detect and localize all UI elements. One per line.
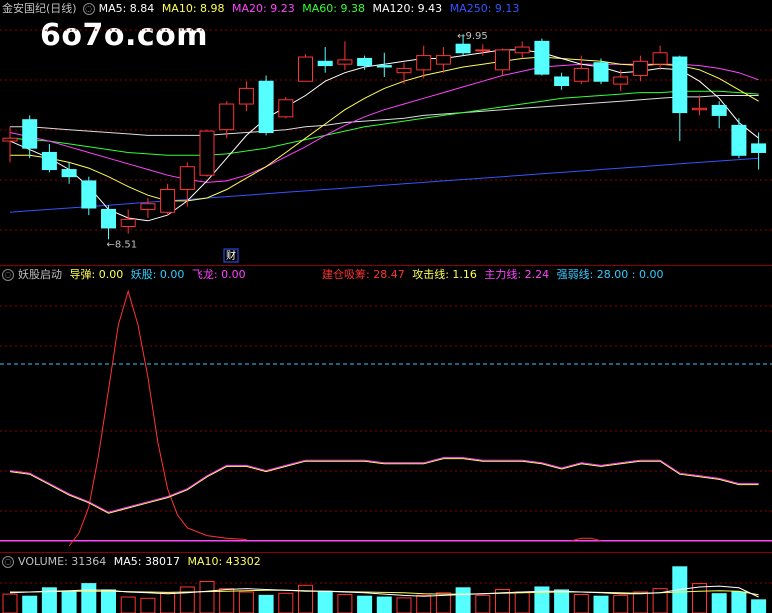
candle-body (731, 124, 747, 156)
candle-body (593, 62, 609, 82)
volume-bar (475, 594, 491, 613)
volume-bar (573, 594, 589, 613)
volume-bar (199, 581, 215, 613)
candle-body (613, 76, 629, 85)
volume-bar (396, 597, 412, 613)
volume-bar (120, 596, 136, 613)
volume-bar (179, 586, 195, 613)
candle-body (632, 60, 648, 77)
ma10-line (10, 56, 759, 202)
candle-body (41, 151, 57, 171)
volume-bar (751, 599, 767, 613)
volume-bar (61, 590, 77, 613)
candle-body (455, 43, 471, 54)
volume-bar (554, 589, 570, 613)
volume-bar (337, 594, 353, 613)
candle-body (652, 52, 668, 65)
candle-body (120, 218, 136, 228)
candle-body (416, 55, 432, 71)
volume-bar (357, 595, 373, 613)
candle-body (435, 55, 451, 65)
volume-bar (514, 591, 530, 613)
candle-body (81, 180, 97, 209)
volume-bar (711, 593, 727, 613)
candle-body (554, 76, 570, 87)
candle-body (672, 56, 688, 114)
volume-bar (101, 589, 116, 613)
ma60-line (9, 90, 759, 156)
accumulate-spike-line (68, 289, 247, 547)
candle-body (199, 130, 215, 176)
candle-body (357, 57, 373, 67)
volume-bar (22, 595, 38, 613)
candle-body (238, 87, 254, 105)
volume-bar (416, 594, 432, 613)
volume-bar (160, 592, 176, 613)
volume-bar (731, 591, 747, 613)
volume-bar (238, 591, 254, 613)
volume-bar (298, 584, 313, 613)
volume-bar (593, 595, 609, 613)
candle-body (376, 65, 392, 68)
indicator-chart[interactable] (0, 266, 772, 551)
candle-body (219, 103, 235, 131)
candle-body (140, 203, 156, 210)
attack-line (9, 458, 759, 514)
candle-body (278, 99, 294, 118)
candle-body (692, 107, 707, 111)
volume-bar (219, 588, 235, 613)
high-annotation: ←9.95 (457, 31, 488, 42)
volume-bar (258, 594, 274, 613)
ma120-line (10, 95, 759, 136)
candle-body (337, 59, 353, 65)
volume-bar (278, 592, 294, 613)
volume-bar (376, 596, 392, 613)
candle-body (573, 67, 589, 82)
volume-bar (632, 591, 648, 613)
main-force-line (9, 457, 759, 513)
ma20-line (9, 63, 759, 183)
candle-body (2, 137, 18, 142)
candle-body (317, 60, 333, 67)
candle-body (396, 67, 412, 74)
volume-bar (613, 594, 629, 613)
low-annotation: ←8.51 (107, 239, 138, 250)
candle-body (258, 80, 274, 134)
candle-body (61, 169, 77, 178)
candle-body (179, 166, 195, 190)
candle-body (534, 40, 550, 75)
candle-body (160, 188, 176, 213)
candle-body (495, 49, 510, 71)
candle-body (298, 56, 313, 82)
ma250-line (9, 157, 759, 213)
volume-bar (2, 593, 18, 613)
candle-body (475, 49, 491, 52)
price-chart[interactable]: ←9.95 ←8.51 财 (0, 0, 772, 265)
candle-body (711, 104, 727, 116)
volume-bar (140, 597, 156, 613)
candle-body (514, 46, 530, 54)
volume-bar (81, 583, 97, 613)
candle-body (751, 143, 767, 153)
candle-body (101, 208, 116, 229)
volume-bar (317, 590, 333, 613)
volume-chart[interactable] (0, 553, 772, 613)
volume-bar (455, 587, 471, 613)
financial-marker-label: 财 (226, 249, 236, 262)
candle-body (22, 119, 38, 149)
